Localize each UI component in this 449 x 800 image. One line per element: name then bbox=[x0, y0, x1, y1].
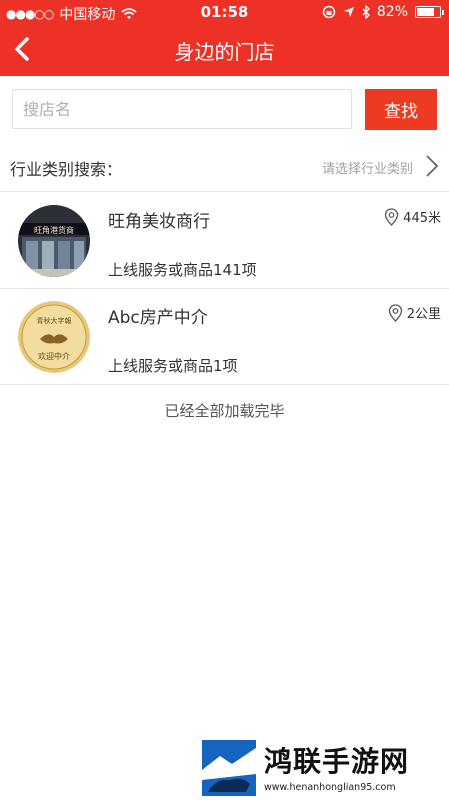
category-filter-row[interactable]: 行业类别搜索： 请选择行业类别 bbox=[0, 146, 449, 192]
battery-percent: 82% bbox=[376, 4, 408, 20]
store-sign-text: 旺角港货商 bbox=[34, 225, 74, 235]
location-pin-icon bbox=[388, 303, 402, 322]
distance-value: 445米 bbox=[403, 211, 441, 226]
store-avatar: 旺角港货商 bbox=[18, 205, 90, 277]
store-distance: 445米 bbox=[384, 207, 441, 226]
watermark-title: 鸿联手游网 bbox=[264, 745, 410, 778]
list-end-message: 已经全部加载完毕 bbox=[164, 402, 285, 420]
store-distance: 2公里 bbox=[388, 303, 441, 322]
store-name: Abc房产中介 bbox=[108, 308, 208, 328]
bluetooth-icon bbox=[362, 5, 370, 19]
app-header: ●●●○○ 中国移动 01:58 82% 身边的门店 bbox=[0, 0, 449, 76]
store-list-item[interactable]: 旺角港货商 旺角美妆商行 上线服务或商品141项 445米 bbox=[0, 193, 449, 289]
page-title: 身边的门店 bbox=[174, 40, 275, 64]
search-input[interactable] bbox=[12, 89, 352, 129]
store-avatar: 青秋大字報 欢迎中介 bbox=[18, 301, 90, 373]
battery-icon bbox=[415, 6, 444, 18]
search-button[interactable]: 查找 bbox=[365, 89, 437, 130]
status-bar: ●●●○○ 中国移动 01:58 82% bbox=[0, 0, 449, 24]
store-list-item[interactable]: 青秋大字報 欢迎中介 Abc房产中介 上线服务或商品1项 2公里 bbox=[0, 289, 449, 385]
orientation-lock-icon bbox=[322, 5, 336, 19]
watermark: 鸿联手游网 www.henanhonglian95.com bbox=[202, 740, 447, 798]
distance-value: 2公里 bbox=[406, 307, 441, 322]
store-item-count: 上线服务或商品1项 bbox=[108, 357, 238, 375]
category-select[interactable]: 请选择行业类别 bbox=[322, 158, 413, 177]
store-item-count: 上线服务或商品141项 bbox=[108, 261, 257, 279]
store-name: 旺角美妆商行 bbox=[108, 212, 210, 232]
watermark-logo-icon bbox=[202, 740, 256, 796]
seal-bottom-text: 欢迎中介 bbox=[38, 351, 70, 361]
seal-top-text: 青秋大字報 bbox=[37, 316, 72, 325]
category-label: 行业类别搜索： bbox=[10, 160, 123, 179]
location-arrow-icon bbox=[343, 7, 354, 17]
watermark-url: www.henanhonglian95.com bbox=[264, 782, 396, 793]
location-pin-icon bbox=[385, 207, 399, 226]
chevron-right-icon bbox=[426, 155, 439, 177]
